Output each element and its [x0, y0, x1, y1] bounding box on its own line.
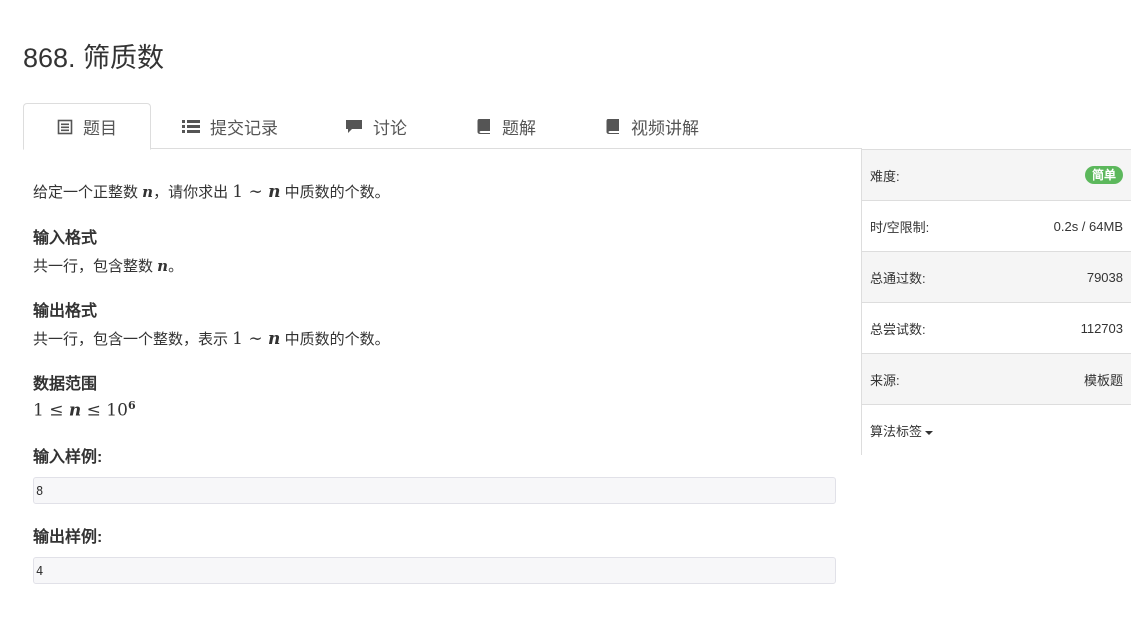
- sample-input-heading: 输入样例:: [33, 449, 103, 466]
- list-icon: [182, 118, 200, 134]
- text: 共一行，包含整数: [33, 258, 158, 275]
- document-icon: [57, 119, 73, 135]
- math-var: n: [142, 183, 154, 201]
- passed-value: 79038: [1086, 269, 1123, 285]
- problem-info-panel: 难度: 简单 时/空限制: 0.2s / 64MB 总通过数: 79038 总尝…: [861, 149, 1131, 455]
- passed-label: 总通过数:: [870, 270, 926, 286]
- comment-icon: [345, 118, 363, 134]
- text: ，请你求出: [153, 184, 233, 201]
- math-var: n: [268, 329, 281, 349]
- tags-text: 算法标签: [870, 424, 923, 439]
- tab-solutions[interactable]: 题解: [476, 103, 536, 149]
- data-range-heading: 数据范围: [33, 376, 98, 393]
- tab-submissions[interactable]: 提交记录: [182, 103, 278, 149]
- math: 1 ∼: [232, 329, 269, 349]
- passed-row: 总通过数: 79038: [862, 252, 1131, 303]
- source-row: 来源: 模板题: [862, 354, 1131, 405]
- difficulty-row: 难度: 简单: [862, 150, 1131, 201]
- text: 中质数的个数。: [280, 331, 390, 348]
- tab-label: 视频讲解: [631, 118, 699, 138]
- limit-label: 时/空限制:: [870, 219, 930, 235]
- sample-output-heading: 输出样例:: [33, 529, 103, 546]
- math-exponent: 6: [127, 399, 136, 412]
- math-var: n: [157, 257, 169, 275]
- text: 给定一个正整数: [33, 184, 143, 201]
- output-format-text: 共一行，包含一个整数，表示 1 ∼ n 中质数的个数。: [33, 328, 390, 349]
- data-range-formula: 1 ≤ n ≤ 106: [33, 399, 136, 421]
- math: ≤ 10: [81, 400, 128, 421]
- attempts-row: 总尝试数: 112703: [862, 303, 1131, 354]
- limit-row: 时/空限制: 0.2s / 64MB: [862, 201, 1131, 252]
- input-format-heading: 输入格式: [33, 230, 98, 247]
- book-icon: [605, 118, 621, 134]
- tab-label: 讨论: [373, 118, 407, 138]
- page-title: 868. 筛质数: [23, 43, 165, 73]
- math-var: n: [68, 400, 82, 421]
- sample-input-box[interactable]: 8: [33, 477, 836, 504]
- book-icon: [476, 118, 492, 134]
- problem-description: 给定一个正整数 n，请你求出 1 ∼ n 中质数的个数。: [33, 181, 390, 202]
- attempts-value: 112703: [1080, 320, 1123, 336]
- math: 1 ∼: [232, 182, 269, 202]
- tab-label: 题目: [83, 119, 117, 138]
- input-format-text: 共一行，包含整数 n。: [33, 255, 183, 276]
- problem-tabs: 题目 提交记录 讨论 题解 视频讲解: [23, 103, 862, 150]
- difficulty-label: 难度:: [870, 168, 900, 184]
- tab-label: 题解: [502, 118, 536, 138]
- difficulty-badge: 简单: [1084, 166, 1123, 184]
- output-format-heading: 输出格式: [33, 303, 98, 320]
- tab-video[interactable]: 视频讲解: [605, 103, 699, 149]
- text: 中质数的个数。: [280, 184, 390, 201]
- text: 共一行，包含一个整数，表示: [33, 331, 233, 348]
- source-label: 来源:: [870, 372, 900, 388]
- math-var: n: [268, 182, 281, 202]
- source-value[interactable]: 模板题: [1084, 370, 1123, 389]
- caret-down-icon: [925, 430, 934, 435]
- tab-problem[interactable]: 题目: [23, 103, 151, 150]
- tab-discussion[interactable]: 讨论: [345, 103, 407, 149]
- algorithm-tags-label[interactable]: 算法标签: [870, 421, 934, 440]
- attempts-label: 总尝试数:: [870, 321, 926, 337]
- tab-label: 提交记录: [210, 118, 278, 138]
- sample-output-box[interactable]: 4: [33, 557, 836, 584]
- math: 1 ≤: [33, 400, 69, 421]
- algorithm-tags-toggle[interactable]: 算法标签: [862, 405, 1131, 456]
- text: 。: [168, 258, 184, 275]
- limit-value: 0.2s / 64MB: [1053, 218, 1123, 234]
